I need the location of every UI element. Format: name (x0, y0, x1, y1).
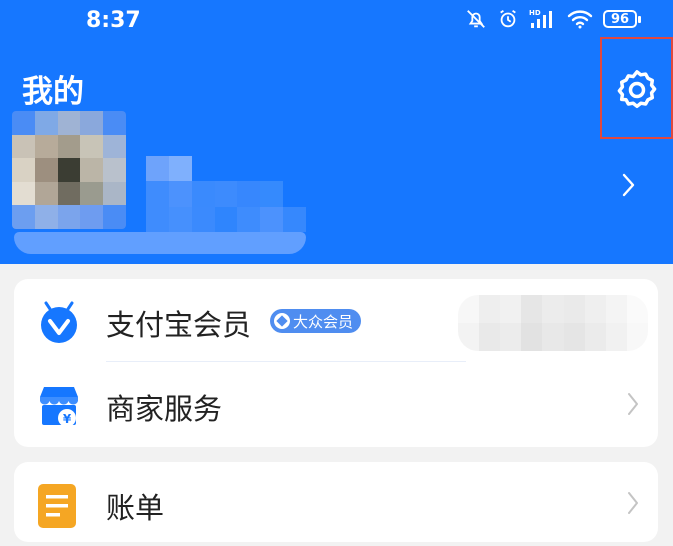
profile-chevron-right-icon[interactable] (618, 170, 638, 204)
member-level-text: 大众会员 (293, 312, 354, 331)
profile-header: 8:37 HD 96 我的 (0, 0, 673, 264)
svg-text:HD: HD (529, 9, 541, 17)
member-info-blurred (458, 295, 648, 351)
member-label: 支付宝会员 (106, 308, 252, 342)
hd-signal-icon: HD (529, 8, 557, 30)
profile-name-blurred (146, 156, 306, 232)
bill-row[interactable]: 账单 (14, 462, 658, 546)
merchant-services-label: 商家服务 (106, 392, 223, 426)
merchant-services-row[interactable]: ¥ 商家服务 (14, 363, 658, 447)
mute-bell-icon (465, 8, 487, 30)
profile-info-blurred (14, 232, 306, 254)
status-icons: HD 96 (465, 8, 641, 30)
status-time: 8:37 (86, 8, 141, 33)
services-card: 支付宝会员 大众会员 ¥ 商家服务 (14, 279, 658, 447)
battery-icon: 96 (603, 10, 641, 28)
member-icon (36, 299, 82, 349)
bill-label: 账单 (106, 491, 165, 525)
wifi-icon (567, 8, 593, 30)
bill-icon (36, 482, 78, 532)
bill-card: 账单 (14, 462, 658, 542)
page-title: 我的 (22, 74, 84, 110)
settings-button[interactable] (600, 37, 673, 139)
status-bar: 8:37 HD 96 (0, 0, 673, 40)
row-divider (106, 361, 466, 362)
member-row[interactable]: 支付宝会员 大众会员 (14, 279, 658, 363)
chevron-right-icon (626, 391, 640, 421)
gear-icon[interactable] (614, 67, 660, 113)
chevron-right-icon (626, 490, 640, 520)
shop-icon: ¥ (36, 383, 82, 433)
svg-text:¥: ¥ (63, 412, 72, 426)
member-level-badge: 大众会员 (270, 309, 362, 333)
alarm-clock-icon (497, 8, 519, 30)
diamond-icon (274, 313, 290, 329)
avatar[interactable] (12, 111, 126, 229)
